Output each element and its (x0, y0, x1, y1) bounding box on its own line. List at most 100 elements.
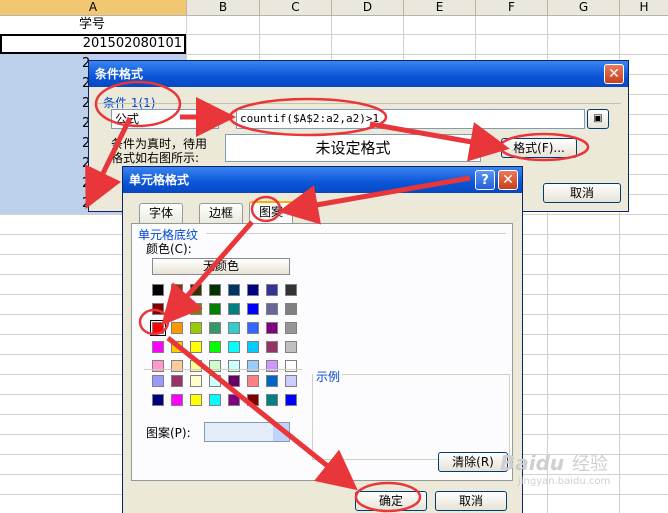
cell-format-dialog: 单元格格式 ? ✕ 字体 边框 图案 单元格底纹 颜色(C): 无颜色 图案(P… (122, 166, 523, 513)
tab-font[interactable]: 字体 (139, 203, 183, 223)
condition-type-select[interactable]: 公式 (111, 109, 219, 129)
chart-color-swatch[interactable] (190, 375, 202, 387)
clear-button[interactable]: 清除(R) (438, 452, 508, 472)
close-icon[interactable]: ✕ (604, 64, 624, 84)
tab-strip: 字体 边框 图案 (131, 201, 515, 225)
chart-color-swatch[interactable] (171, 375, 183, 387)
color-swatch[interactable] (228, 284, 240, 296)
baidu-watermark: Baidu 经验 jingyan.baidu.com (500, 450, 660, 500)
color-swatch[interactable] (190, 303, 202, 315)
chart-color-swatch[interactable] (228, 375, 240, 387)
pattern-label: 图案(P): (146, 426, 191, 440)
color-swatch[interactable] (285, 284, 297, 296)
chart-color-swatch[interactable] (247, 375, 259, 387)
color-swatch[interactable] (190, 322, 202, 334)
color-swatch[interactable] (152, 360, 164, 372)
column-header-f[interactable]: F (476, 0, 548, 16)
formula-text: countif($A$2:a2,a2)>1 (240, 112, 380, 125)
cell-a2[interactable]: 201502080101 (0, 34, 186, 54)
color-swatch[interactable] (209, 341, 221, 353)
color-palette (150, 284, 302, 380)
color-swatch[interactable] (228, 303, 240, 315)
column-header-e[interactable]: E (404, 0, 476, 16)
chart-color-swatch[interactable] (152, 394, 164, 406)
column-header-c[interactable]: C (260, 0, 332, 16)
formula-input[interactable]: countif($A$2:a2,a2)>1 (236, 109, 585, 129)
color-swatch[interactable] (152, 341, 164, 353)
chart-color-swatch[interactable] (285, 375, 297, 387)
cond-cancel-button[interactable]: 取消 (543, 183, 621, 203)
conditional-format-titlebar[interactable]: 条件格式 (89, 61, 628, 87)
color-swatch[interactable] (266, 322, 278, 334)
cell-cancel-button[interactable]: 取消 (435, 491, 507, 511)
color-swatch[interactable] (247, 303, 259, 315)
color-swatch[interactable] (171, 322, 183, 334)
chart-color-swatch[interactable] (171, 394, 183, 406)
column-header-g[interactable]: G (548, 0, 620, 16)
column-header-a[interactable]: A (0, 0, 187, 16)
color-swatch[interactable] (285, 360, 297, 372)
pattern-select[interactable] (204, 422, 290, 442)
column-header-b[interactable]: B (187, 0, 260, 16)
chart-color-swatch[interactable] (285, 394, 297, 406)
color-swatch[interactable] (247, 322, 259, 334)
color-swatch[interactable] (266, 284, 278, 296)
selected-red-swatch[interactable] (150, 320, 166, 336)
chart-color-swatch[interactable] (152, 375, 164, 387)
chart-color-swatch[interactable] (190, 394, 202, 406)
tab-border[interactable]: 边框 (199, 203, 243, 223)
color-swatch[interactable] (209, 360, 221, 372)
chart-color-swatch[interactable] (228, 394, 240, 406)
chart-color-swatch[interactable] (209, 394, 221, 406)
color-swatch[interactable] (228, 360, 240, 372)
format-preview-box: 未设定格式 (225, 134, 481, 162)
color-swatch[interactable] (171, 341, 183, 353)
color-swatch[interactable] (190, 360, 202, 372)
color-swatch[interactable] (247, 284, 259, 296)
color-swatch[interactable] (190, 341, 202, 353)
color-swatch[interactable] (247, 341, 259, 353)
color-swatch[interactable] (266, 341, 278, 353)
watermark-cn: 经验 (571, 454, 608, 475)
color-swatch[interactable] (209, 284, 221, 296)
chart-color-swatch[interactable] (266, 394, 278, 406)
watermark-url: jingyan.baidu.com (518, 476, 611, 487)
chart-color-swatch[interactable] (247, 394, 259, 406)
color-swatch[interactable] (228, 341, 240, 353)
color-swatch[interactable] (285, 303, 297, 315)
color-swatch[interactable] (152, 284, 164, 296)
range-picker-icon: ▣ (593, 113, 603, 124)
cell-a1[interactable]: 学号 (0, 15, 186, 35)
column-header-d[interactable]: D (332, 0, 404, 16)
color-swatch[interactable] (247, 360, 259, 372)
chart-color-swatch[interactable] (266, 375, 278, 387)
color-swatch[interactable] (152, 303, 164, 315)
condition-type-value: 公式 (115, 112, 140, 126)
column-header-h[interactable]: H (620, 0, 668, 16)
tab-pattern[interactable]: 图案 (249, 201, 293, 223)
chart-color-swatch[interactable] (209, 375, 221, 387)
color-swatch[interactable] (285, 322, 297, 334)
color-swatch[interactable] (285, 341, 297, 353)
ok-button[interactable]: 确定 (355, 491, 427, 511)
color-swatch[interactable] (190, 284, 202, 296)
help-icon[interactable]: ? (475, 170, 495, 190)
color-swatch[interactable] (266, 360, 278, 372)
no-color-button[interactable]: 无颜色 (152, 258, 290, 275)
range-picker-button[interactable]: ▣ (587, 109, 609, 129)
color-swatch[interactable] (171, 360, 183, 372)
pattern-panel: 单元格底纹 颜色(C): 无颜色 图案(P): 示例 清除(R) (131, 223, 513, 481)
format-button[interactable]: 格式(F)... (501, 138, 577, 158)
preview-caption-line2: 格式如右图所示: (111, 151, 200, 165)
sample-preview (312, 374, 510, 460)
color-swatch[interactable] (171, 284, 183, 296)
watermark-brand: Baidu (500, 451, 565, 475)
close-icon[interactable]: ✕ (498, 170, 518, 190)
cell-format-titlebar[interactable]: 单元格格式 (123, 167, 522, 193)
color-swatch[interactable] (266, 303, 278, 315)
color-swatch[interactable] (228, 322, 240, 334)
color-swatch[interactable] (209, 322, 221, 334)
color-swatch[interactable] (209, 303, 221, 315)
color-swatch[interactable] (171, 303, 183, 315)
color-label: 颜色(C): (146, 242, 192, 256)
